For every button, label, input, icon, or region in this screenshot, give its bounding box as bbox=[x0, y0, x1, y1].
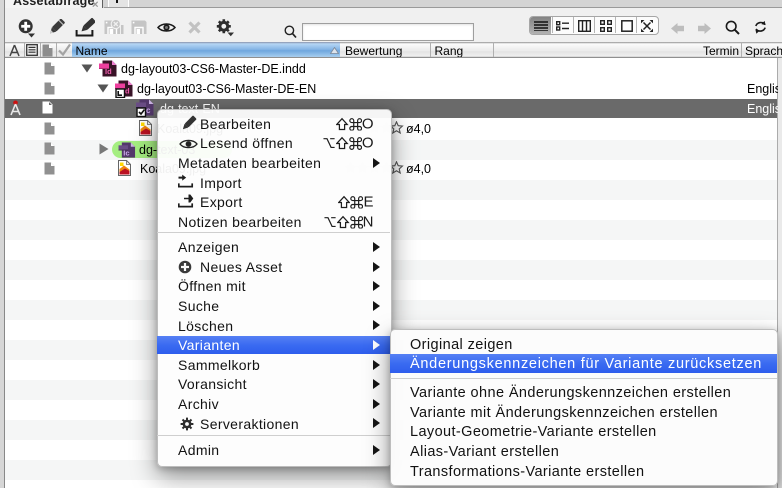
svg-text:Id: Id bbox=[105, 67, 112, 76]
svg-text:Ic: Ic bbox=[123, 149, 129, 158]
svg-text:c: c bbox=[146, 106, 151, 115]
svg-text:d: d bbox=[125, 87, 130, 96]
